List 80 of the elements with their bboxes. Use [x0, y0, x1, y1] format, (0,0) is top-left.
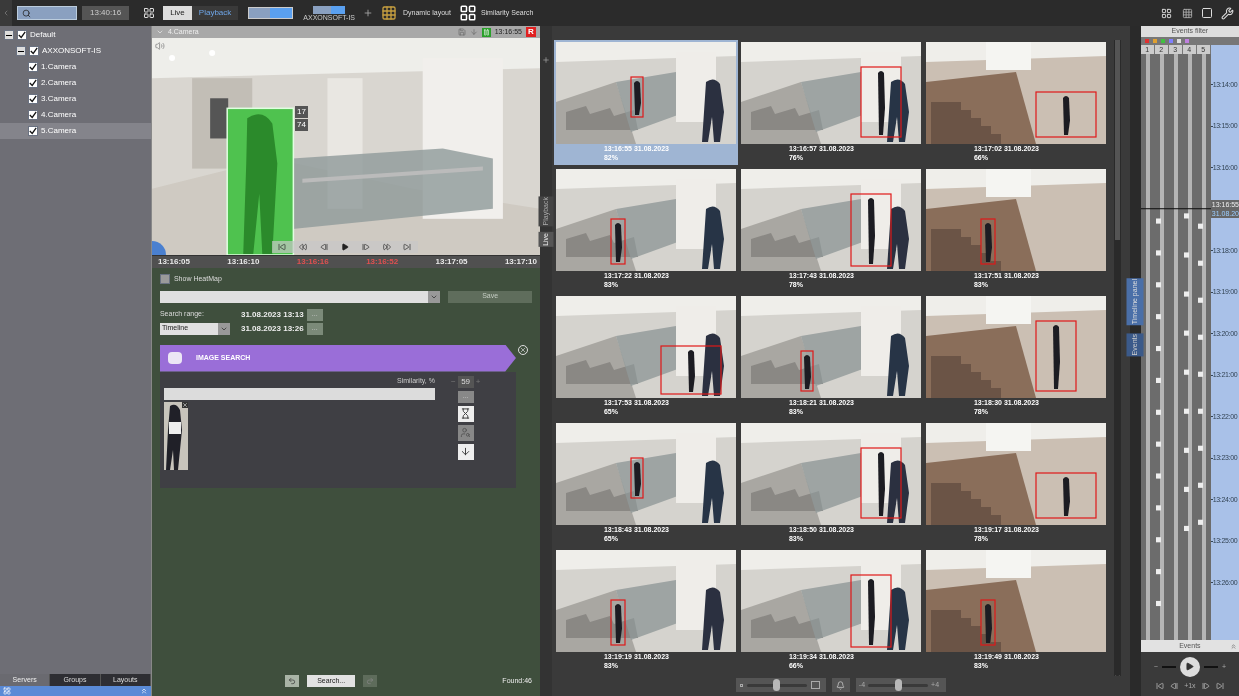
checkbox[interactable] [28, 110, 38, 120]
checkbox[interactable] [29, 46, 39, 56]
tree-item[interactable]: AXXONSOFT-IS [0, 43, 151, 59]
dynamic-layout-icon [381, 5, 398, 21]
tree-item[interactable]: 1.Camera [0, 59, 151, 75]
timeline-label: 13:16:10 [227, 256, 260, 268]
large-size-icon [810, 681, 820, 689]
caret-icon [2, 9, 10, 17]
layout-grid-icon[interactable] [143, 7, 156, 19]
first-frame-icon[interactable] [1156, 682, 1165, 690]
last-frame-icon[interactable] [1215, 682, 1224, 690]
window-icon[interactable] [1201, 7, 1213, 19]
checkbox[interactable] [159, 274, 170, 285]
alarm-icon[interactable] [831, 678, 850, 692]
clock-time: 13:40:16 [82, 6, 130, 20]
tree-item[interactable]: 2.Camera [0, 75, 151, 91]
person-icon [460, 427, 472, 438]
collapse-handle[interactable] [0, 0, 12, 26]
timeline-label: 13:16:52 [366, 256, 399, 268]
play-button[interactable] [1179, 656, 1200, 677]
slider-thumb[interactable] [773, 679, 781, 691]
step-forward-icon[interactable] [1201, 682, 1210, 690]
step-back-icon[interactable] [320, 243, 329, 251]
range-start: 31.08.2023 13:13 [240, 308, 304, 321]
checkbox[interactable] [17, 30, 27, 40]
search-field[interactable] [17, 6, 77, 20]
settings-icon[interactable] [1221, 6, 1234, 20]
caret-icon [155, 28, 164, 36]
grid-icon [3, 687, 11, 695]
fast-forward-icon[interactable] [382, 243, 391, 251]
play-icon[interactable] [340, 243, 349, 251]
undo-button[interactable] [285, 675, 300, 687]
add-icon[interactable] [541, 56, 550, 64]
tree-item[interactable]: 3.Camera [0, 91, 151, 107]
tree-item[interactable]: 4.Camera [0, 107, 151, 123]
slider[interactable] [868, 679, 929, 691]
timeline-label: 13:16:05 [157, 256, 190, 268]
step-back-icon[interactable] [1170, 682, 1179, 690]
last-frame-icon[interactable] [403, 243, 412, 251]
layout-thumbnail[interactable] [248, 7, 294, 19]
hourglass-icon [460, 408, 472, 419]
mode-tab[interactable]: Playback [191, 6, 239, 20]
grid-view-icon[interactable] [1161, 7, 1172, 19]
play-icon [1185, 662, 1195, 672]
checkbox[interactable] [28, 78, 38, 88]
checkbox[interactable] [28, 126, 38, 136]
add-icon[interactable] [363, 8, 374, 18]
redo-icon [366, 677, 375, 685]
checkbox[interactable] [28, 94, 38, 104]
layout-thumbnail[interactable] [313, 5, 346, 14]
undo-icon [288, 677, 297, 685]
download-button[interactable] [457, 443, 474, 460]
grid-lines-icon[interactable] [1182, 7, 1193, 19]
collapse-toggle[interactable] [4, 30, 14, 40]
similarity-field[interactable]: 59 [457, 375, 474, 388]
collapse-toggle[interactable] [16, 46, 26, 56]
search-icon [22, 8, 31, 18]
down-arrow-icon [460, 446, 472, 457]
timeline-label: 13:16:16 [296, 256, 329, 268]
hourglass-button[interactable] [457, 405, 474, 422]
checkbox[interactable] [28, 62, 38, 72]
tree-item[interactable]: 5.Camera [0, 123, 151, 139]
chat-icon [167, 352, 182, 364]
slider-thumb[interactable] [894, 679, 902, 691]
similarity-search-icon [458, 4, 477, 22]
range-end: 31.08.2023 13:26 [240, 322, 304, 335]
first-frame-icon[interactable] [278, 243, 287, 251]
scrollbar[interactable] [1113, 40, 1121, 676]
recording-badge: R [525, 27, 536, 37]
image-path-field[interactable] [163, 388, 435, 400]
slider[interactable] [746, 679, 807, 691]
dropdown[interactable] [159, 290, 441, 303]
small-size-icon [739, 683, 743, 687]
rewind-icon[interactable] [299, 243, 308, 251]
mode-tab[interactable]: Live [163, 6, 192, 20]
remove-image-icon[interactable] [181, 402, 188, 408]
timeline-label: 13:17:05 [435, 256, 468, 268]
timeline-label: 13:17:10 [504, 256, 537, 268]
tree-item[interactable]: Default [0, 27, 151, 43]
step-forward-icon[interactable] [361, 243, 370, 251]
